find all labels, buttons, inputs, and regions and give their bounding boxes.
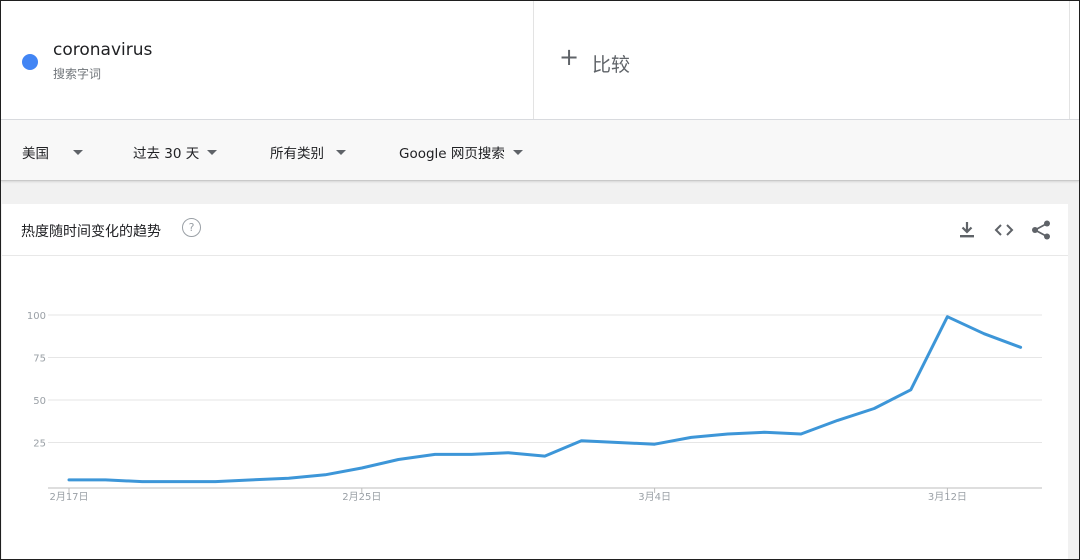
x-tick-label: 2月25日 — [342, 491, 381, 503]
category-label: 所有类别 — [270, 146, 324, 162]
chevron-down-icon — [336, 149, 346, 155]
series-line-coronavirus[interactable] — [67, 315, 1023, 484]
region-label: 美国 — [22, 146, 49, 162]
y-tick-label: 25 — [33, 439, 46, 450]
region-dropdown[interactable]: 美国 — [22, 142, 83, 162]
time-range-label: 过去 30 天 — [133, 146, 200, 162]
search-type-dropdown[interactable]: Google 网页搜索 — [399, 142, 523, 162]
x-axis-ticks: 2月17日 2月25日 3月4日 3月12日 — [49, 488, 967, 503]
trends-panel: coronavirus 搜索字词 + 比较 美国 过去 30 天 所有类别 Go… — [0, 0, 1080, 560]
y-axis-ticks: 25 50 75 100 — [27, 311, 46, 450]
chevron-down-icon — [73, 149, 83, 155]
x-tick-label: 3月12日 — [928, 491, 967, 503]
chevron-down-icon — [512, 149, 523, 155]
time-range-dropdown[interactable]: 过去 30 天 — [133, 142, 218, 162]
compare-label: 比较 — [592, 54, 631, 76]
interest-over-time-card: 热度随时间变化的趋势 ? 25 50 75 100 2月17日 2月25日 3月4日 3月1… — [2, 204, 1068, 559]
search-term-card[interactable]: coronavirus 搜索字词 — [1, 1, 534, 119]
category-dropdown[interactable]: 所有类别 — [270, 142, 346, 162]
interest-line-chart: 25 50 75 100 2月17日 2月25日 3月4日 3月12日 — [27, 311, 1042, 503]
series-color-dot — [22, 54, 38, 70]
chevron-down-icon — [207, 149, 218, 155]
chart-series[interactable] — [67, 315, 1023, 484]
chart-gridlines — [48, 314, 1042, 489]
search-type-label: Google 网页搜索 — [399, 146, 505, 162]
x-tick-label: 2月17日 — [49, 491, 88, 503]
plus-icon: + — [559, 43, 580, 71]
filter-bar: 美国 过去 30 天 所有类别 Google 网页搜索 — [1, 120, 1079, 181]
y-tick-label: 100 — [27, 311, 46, 322]
search-terms-bar: coronavirus 搜索字词 + 比较 — [1, 1, 1079, 120]
y-tick-label: 75 — [33, 354, 46, 365]
x-tick-label: 3月4日 — [638, 491, 671, 503]
compare-button[interactable]: + 比较 — [534, 1, 1070, 119]
y-tick-label: 50 — [33, 396, 46, 407]
search-term-name: coronavirus — [53, 40, 153, 60]
search-term-type: 搜索字词 — [53, 67, 102, 81]
